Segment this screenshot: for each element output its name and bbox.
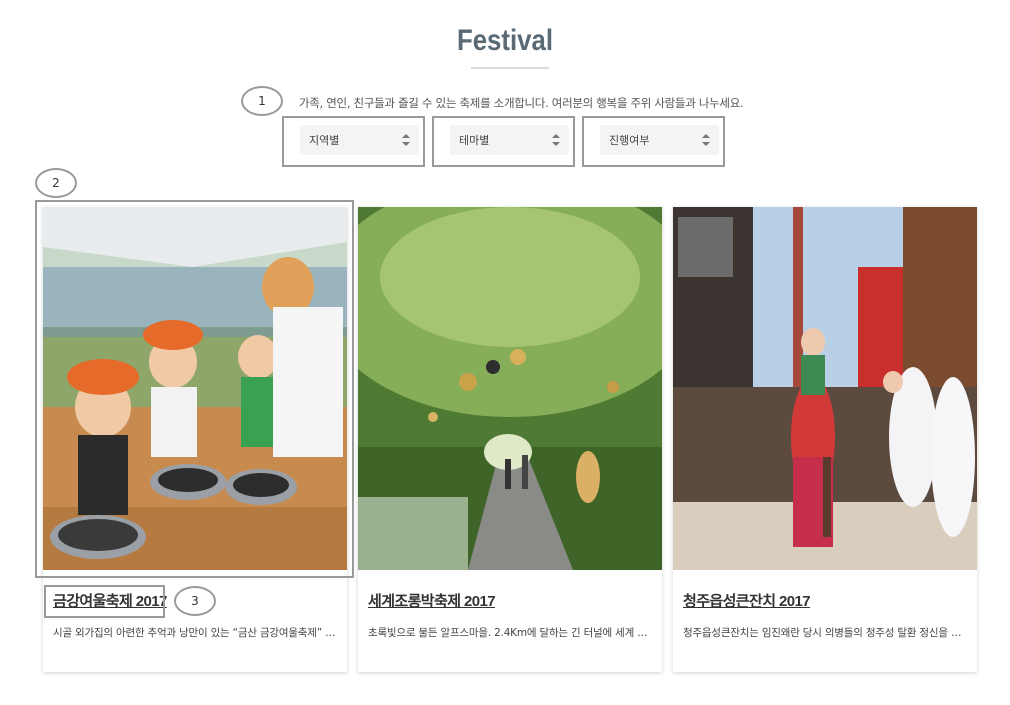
title-underline	[471, 67, 549, 69]
sort-arrows-icon	[702, 134, 710, 146]
annotation-marker-2: 2	[35, 168, 77, 198]
annotation-box-festival-title	[44, 585, 165, 618]
festival-title-link[interactable]: 청주읍성큰잔치 2017	[683, 590, 811, 611]
status-filter-select[interactable]: 진행여부	[600, 125, 719, 155]
annotation-number: 1	[258, 94, 266, 108]
festival-photo[interactable]	[358, 207, 662, 570]
sort-arrows-icon	[552, 134, 560, 146]
theme-filter-label: 테마별	[459, 134, 490, 147]
festival-description: 시골 외가집의 아련한 추억과 낭만이 있는 “금산 금강여울축제” 시골 외가…	[53, 627, 339, 639]
annotation-marker-1: 1	[241, 86, 283, 116]
region-filter-select[interactable]: 지역별	[300, 125, 419, 155]
annotation-marker-3: 3	[174, 586, 216, 616]
festival-description: 초록빛으로 물든 알프스마을. 2.4Km에 달하는 긴 터널에 세계 각국의 …	[368, 627, 654, 639]
sort-arrows-icon	[402, 134, 410, 146]
page-title: Festival	[456, 24, 554, 57]
annotation-number: 2	[52, 176, 60, 190]
intro-text: 가족, 연인, 친구들과 즐길 수 있는 축제를 소개합니다. 여러분의 행복을…	[299, 96, 744, 110]
festival-card[interactable]: 세계조롱박축제 2017 초록빛으로 물든 알프스마을. 2.4Km에 달하는 …	[358, 207, 662, 672]
festival-photo[interactable]	[673, 207, 977, 570]
annotation-number: 3	[191, 594, 199, 608]
region-filter-label: 지역별	[309, 134, 340, 147]
status-filter-label: 진행여부	[609, 134, 650, 147]
festival-title-link[interactable]: 세계조롱박축제 2017	[368, 590, 496, 611]
theme-filter-select[interactable]: 테마별	[450, 125, 569, 155]
festival-description: 청주읍성큰잔치는 임진왜란 당시 의병들의 청주성 탈환 정신을 계승하는 축제…	[683, 627, 969, 639]
festival-card[interactable]: 청주읍성큰잔치 2017 청주읍성큰잔치는 임진왜란 당시 의병들의 청주성 탈…	[673, 207, 977, 672]
annotation-box-festival-image	[35, 200, 354, 578]
